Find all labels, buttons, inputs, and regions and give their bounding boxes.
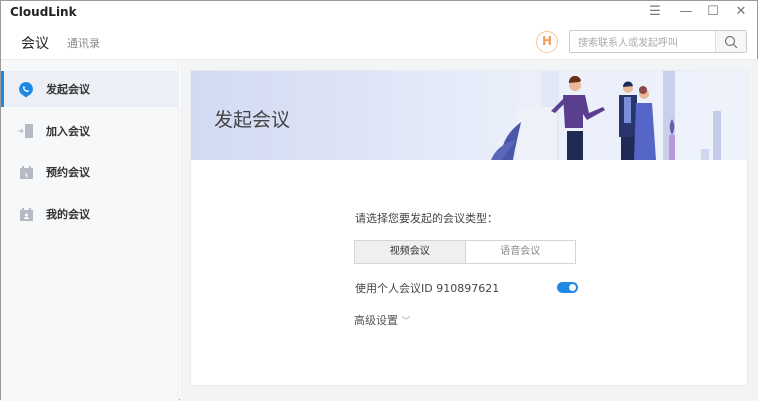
tab-contacts[interactable]: 通讯录 [67,35,100,51]
page-title: 发起会议 [214,109,291,131]
personal-meeting-id-label: 使用个人会议ID 910897621 [355,282,500,295]
minimize-button[interactable]: — [674,3,698,21]
advanced-settings-toggle[interactable]: 高级设置 ﹀ [354,312,411,328]
maximize-button[interactable]: ☐ [701,3,725,21]
search-icon [724,35,738,49]
meeting-type-selector: 视频会议 语音会议 [354,240,576,264]
video-meeting-option[interactable]: 视频会议 [355,241,466,263]
advanced-settings-label: 高级设置 [354,314,398,327]
search-input[interactable] [570,33,716,54]
sidebar-item-label: 加入会议 [46,125,90,138]
sidebar: 发起会议 加入会议 预约会议 我的会议 [1,60,179,401]
audio-meeting-option[interactable]: 语音会议 [466,241,576,263]
calendar-clock-icon [17,163,35,181]
people-illustration [491,71,721,160]
sidebar-item-label: 预约会议 [46,166,90,179]
search-button[interactable] [715,31,746,52]
menu-button[interactable]: ☰ [643,3,667,21]
sidebar-item-start-meeting[interactable]: 发起会议 [1,71,179,107]
close-button[interactable]: ✕ [729,3,753,21]
sidebar-item-label: 发起会议 [46,83,90,96]
meeting-type-prompt: 请选择您要发起的会议类型： [355,212,498,225]
chevron-down-icon: ﹀ [401,317,411,327]
avatar[interactable]: H [536,31,558,53]
sidebar-item-my-meetings[interactable]: 我的会议 [1,196,179,232]
start-meeting-icon [17,80,35,98]
join-door-icon [17,122,35,140]
sidebar-item-join-meeting[interactable]: 加入会议 [1,113,179,149]
sidebar-item-schedule-meeting[interactable]: 预约会议 [1,154,179,190]
search-box [569,30,747,54]
tab-meetings[interactable]: 会议 [21,33,49,53]
personal-meeting-id-toggle[interactable] [557,282,578,293]
app-title: CloudLink [10,5,77,19]
sidebar-item-label: 我的会议 [46,208,90,221]
calendar-person-icon [17,205,35,223]
